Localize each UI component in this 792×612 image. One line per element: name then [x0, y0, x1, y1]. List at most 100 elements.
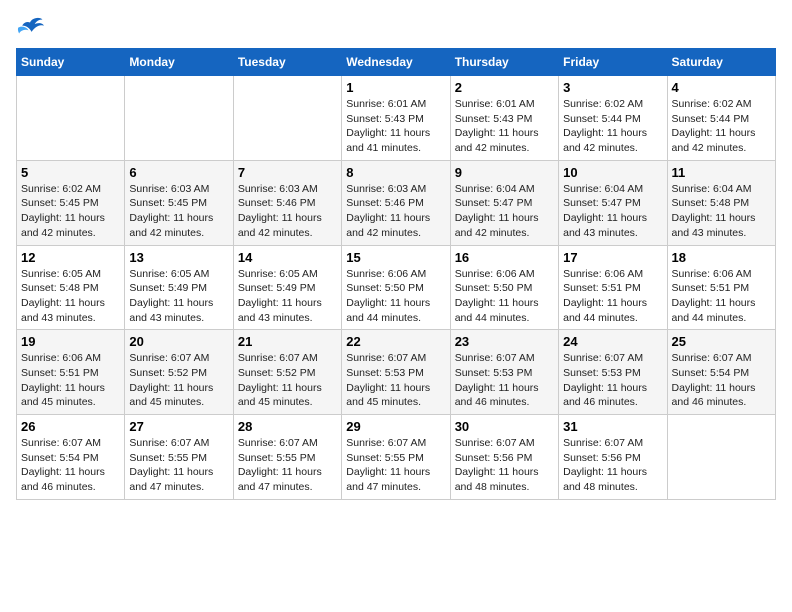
day-number: 14: [238, 250, 337, 265]
day-number: 27: [129, 419, 228, 434]
day-number: 6: [129, 165, 228, 180]
calendar-cell: 27 Sunrise: 6:07 AM Sunset: 5:55 PM Dayli…: [125, 415, 233, 500]
day-number: 12: [21, 250, 120, 265]
day-number: 15: [346, 250, 445, 265]
day-info: Sunrise: 6:02 AM Sunset: 5:44 PM Dayligh…: [563, 97, 662, 156]
calendar-week-4: 19 Sunrise: 6:06 AM Sunset: 5:51 PM Dayli…: [17, 330, 776, 415]
day-header-tuesday: Tuesday: [233, 49, 341, 76]
day-number: 16: [455, 250, 554, 265]
calendar-cell: 3 Sunrise: 6:02 AM Sunset: 5:44 PM Daylig…: [559, 76, 667, 161]
day-header-friday: Friday: [559, 49, 667, 76]
day-number: 29: [346, 419, 445, 434]
day-header-monday: Monday: [125, 49, 233, 76]
calendar-cell: 18Sunrise: 6:06 AM Sunset: 5:51 PM Dayli…: [667, 245, 775, 330]
day-info: Sunrise: 6:01 AM Sunset: 5:43 PM Dayligh…: [346, 97, 445, 156]
calendar-cell: 24 Sunrise: 6:07 AM Sunset: 5:53 PM Dayli…: [559, 330, 667, 415]
day-number: 18: [672, 250, 771, 265]
day-info: Sunrise: 6:07 AM Sunset: 5:56 PM Dayligh…: [563, 436, 662, 495]
calendar-cell: [233, 76, 341, 161]
day-number: 26: [21, 419, 120, 434]
calendar-cell: 28 Sunrise: 6:07 AM Sunset: 5:55 PM Dayli…: [233, 415, 341, 500]
day-info: Sunrise: 6:03 AM Sunset: 5:46 PM Dayligh…: [238, 182, 337, 241]
day-number: 31: [563, 419, 662, 434]
calendar-cell: 9 Sunrise: 6:04 AM Sunset: 5:47 PM Daylig…: [450, 160, 558, 245]
day-number: 22: [346, 334, 445, 349]
day-info: Sunrise: 6:04 AM Sunset: 5:47 PM Dayligh…: [563, 182, 662, 241]
day-info: Sunrise: 6:05 AM Sunset: 5:49 PM Dayligh…: [129, 267, 228, 326]
calendar-cell: 4Sunrise: 6:02 AM Sunset: 5:44 PM Daylig…: [667, 76, 775, 161]
calendar-cell: [125, 76, 233, 161]
day-info: Sunrise: 6:02 AM Sunset: 5:45 PM Dayligh…: [21, 182, 120, 241]
day-info: Sunrise: 6:07 AM Sunset: 5:54 PM Dayligh…: [672, 351, 771, 410]
day-info: Sunrise: 6:07 AM Sunset: 5:56 PM Dayligh…: [455, 436, 554, 495]
day-info: Sunrise: 6:06 AM Sunset: 5:50 PM Dayligh…: [346, 267, 445, 326]
logo: [16, 16, 48, 40]
calendar-cell: 22 Sunrise: 6:07 AM Sunset: 5:53 PM Dayli…: [342, 330, 450, 415]
day-info: Sunrise: 6:06 AM Sunset: 5:51 PM Dayligh…: [21, 351, 120, 410]
day-info: Sunrise: 6:03 AM Sunset: 5:46 PM Dayligh…: [346, 182, 445, 241]
day-number: 8: [346, 165, 445, 180]
day-info: Sunrise: 6:02 AM Sunset: 5:44 PM Dayligh…: [672, 97, 771, 156]
day-number: 9: [455, 165, 554, 180]
calendar-week-3: 12Sunrise: 6:05 AM Sunset: 5:48 PM Dayli…: [17, 245, 776, 330]
calendar-cell: 26 Sunrise: 6:07 AM Sunset: 5:54 PM Dayli…: [17, 415, 125, 500]
day-number: 23: [455, 334, 554, 349]
day-info: Sunrise: 6:07 AM Sunset: 5:55 PM Dayligh…: [346, 436, 445, 495]
day-number: 24: [563, 334, 662, 349]
day-number: 5: [21, 165, 120, 180]
calendar-cell: 16 Sunrise: 6:06 AM Sunset: 5:50 PM Dayli…: [450, 245, 558, 330]
day-number: 28: [238, 419, 337, 434]
day-info: Sunrise: 6:07 AM Sunset: 5:53 PM Dayligh…: [346, 351, 445, 410]
day-info: Sunrise: 6:07 AM Sunset: 5:52 PM Dayligh…: [129, 351, 228, 410]
day-header-sunday: Sunday: [17, 49, 125, 76]
calendar-table: SundayMondayTuesdayWednesdayThursdayFrid…: [16, 48, 776, 500]
calendar-cell: 14Sunrise: 6:05 AM Sunset: 5:49 PM Dayli…: [233, 245, 341, 330]
day-number: 17: [563, 250, 662, 265]
calendar-cell: [17, 76, 125, 161]
day-info: Sunrise: 6:03 AM Sunset: 5:45 PM Dayligh…: [129, 182, 228, 241]
calendar-cell: 1 Sunrise: 6:01 AM Sunset: 5:43 PM Daylig…: [342, 76, 450, 161]
day-number: 30: [455, 419, 554, 434]
day-number: 21: [238, 334, 337, 349]
day-header-thursday: Thursday: [450, 49, 558, 76]
day-number: 20: [129, 334, 228, 349]
calendar-cell: 17Sunrise: 6:06 AM Sunset: 5:51 PM Dayli…: [559, 245, 667, 330]
calendar-cell: 12Sunrise: 6:05 AM Sunset: 5:48 PM Dayli…: [17, 245, 125, 330]
day-info: Sunrise: 6:04 AM Sunset: 5:48 PM Dayligh…: [672, 182, 771, 241]
calendar-cell: 8 Sunrise: 6:03 AM Sunset: 5:46 PM Daylig…: [342, 160, 450, 245]
day-number: 7: [238, 165, 337, 180]
day-info: Sunrise: 6:06 AM Sunset: 5:50 PM Dayligh…: [455, 267, 554, 326]
calendar-cell: 5 Sunrise: 6:02 AM Sunset: 5:45 PM Daylig…: [17, 160, 125, 245]
day-number: 10: [563, 165, 662, 180]
calendar-cell: 6 Sunrise: 6:03 AM Sunset: 5:45 PM Daylig…: [125, 160, 233, 245]
calendar-cell: [667, 415, 775, 500]
day-number: 1: [346, 80, 445, 95]
day-info: Sunrise: 6:07 AM Sunset: 5:54 PM Dayligh…: [21, 436, 120, 495]
day-number: 3: [563, 80, 662, 95]
day-info: Sunrise: 6:04 AM Sunset: 5:47 PM Dayligh…: [455, 182, 554, 241]
day-info: Sunrise: 6:01 AM Sunset: 5:43 PM Dayligh…: [455, 97, 554, 156]
calendar-cell: 30 Sunrise: 6:07 AM Sunset: 5:56 PM Dayli…: [450, 415, 558, 500]
day-header-wednesday: Wednesday: [342, 49, 450, 76]
calendar-cell: 11Sunrise: 6:04 AM Sunset: 5:48 PM Dayli…: [667, 160, 775, 245]
calendar-cell: 19 Sunrise: 6:06 AM Sunset: 5:51 PM Dayli…: [17, 330, 125, 415]
day-header-saturday: Saturday: [667, 49, 775, 76]
day-info: Sunrise: 6:07 AM Sunset: 5:55 PM Dayligh…: [129, 436, 228, 495]
day-info: Sunrise: 6:07 AM Sunset: 5:53 PM Dayligh…: [455, 351, 554, 410]
calendar-cell: 2Sunrise: 6:01 AM Sunset: 5:43 PM Daylig…: [450, 76, 558, 161]
day-info: Sunrise: 6:07 AM Sunset: 5:53 PM Dayligh…: [563, 351, 662, 410]
calendar-cell: 13Sunrise: 6:05 AM Sunset: 5:49 PM Dayli…: [125, 245, 233, 330]
calendar-week-1: 1 Sunrise: 6:01 AM Sunset: 5:43 PM Daylig…: [17, 76, 776, 161]
calendar-cell: 23 Sunrise: 6:07 AM Sunset: 5:53 PM Dayli…: [450, 330, 558, 415]
page-header: [16, 16, 776, 40]
logo-bird-icon: [16, 16, 44, 40]
calendar-week-2: 5 Sunrise: 6:02 AM Sunset: 5:45 PM Daylig…: [17, 160, 776, 245]
calendar-cell: 31 Sunrise: 6:07 AM Sunset: 5:56 PM Dayli…: [559, 415, 667, 500]
day-number: 25: [672, 334, 771, 349]
calendar-cell: 7 Sunrise: 6:03 AM Sunset: 5:46 PM Daylig…: [233, 160, 341, 245]
calendar-cell: 21Sunrise: 6:07 AM Sunset: 5:52 PM Dayli…: [233, 330, 341, 415]
calendar-cell: 29 Sunrise: 6:07 AM Sunset: 5:55 PM Dayli…: [342, 415, 450, 500]
calendar-cell: 10 Sunrise: 6:04 AM Sunset: 5:47 PM Dayli…: [559, 160, 667, 245]
day-info: Sunrise: 6:07 AM Sunset: 5:55 PM Dayligh…: [238, 436, 337, 495]
day-number: 19: [21, 334, 120, 349]
